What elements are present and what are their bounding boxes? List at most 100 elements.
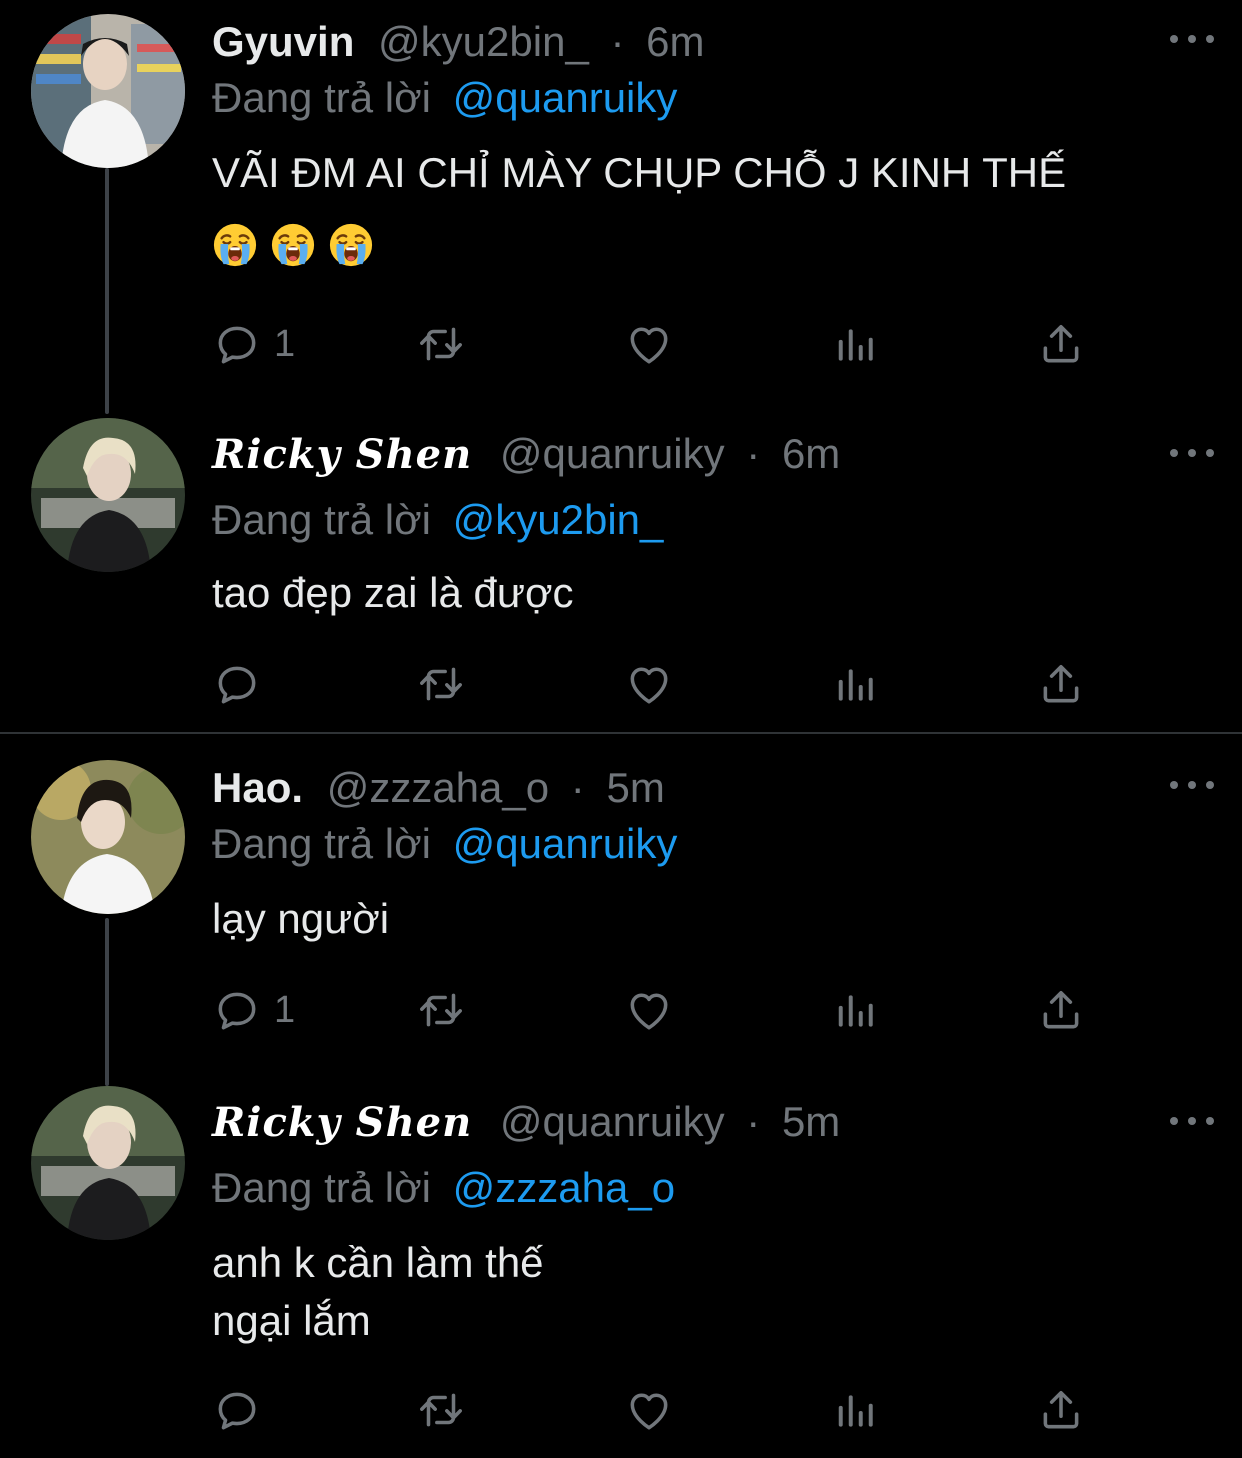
more-icon[interactable] [1170,760,1214,810]
retweet-icon [416,985,466,1035]
tweet-header: Ricky Shen @quanruiky · 6m [212,426,840,482]
avatar[interactable] [31,418,185,572]
share-button[interactable] [1036,656,1086,712]
separator-dot: · [610,18,625,65]
user-handle[interactable]: @quanruiky [500,430,725,477]
loudly-crying-face-icon [270,222,316,268]
tweet-header: Ricky Shen @quanruiky · 5m [212,1094,840,1150]
tweet[interactable]: Gyuvin @kyu2bin_ · 6m Đang trả lời @quan… [0,14,1242,384]
reply-button[interactable]: 1 [212,982,295,1038]
tweet-actions: 1 [212,982,1092,1038]
share-icon [1036,319,1086,369]
timestamp[interactable]: 5m [606,764,664,811]
like-button[interactable] [624,1382,674,1438]
loudly-crying-face-icon [328,222,374,268]
tweet[interactable]: Ricky Shen @quanruiky · 5m Đang trả lời … [0,1086,1242,1446]
more-icon[interactable] [1170,14,1214,64]
retweet-icon [416,1385,466,1435]
display-name[interactable]: Ricky Shen [212,431,472,478]
replying-label: Đang trả lời [212,74,431,121]
loudly-crying-face-icon [212,222,258,268]
like-button[interactable] [624,316,674,372]
reply-button[interactable] [212,656,274,712]
user-handle[interactable]: @quanruiky [500,1098,725,1145]
display-name[interactable]: Ricky Shen [212,1099,472,1146]
views-icon [830,985,880,1035]
mention-link[interactable]: @quanruiky [453,74,678,121]
views-button[interactable] [830,1382,880,1438]
reply-icon [212,659,262,709]
views-button[interactable] [830,982,880,1038]
timestamp[interactable]: 6m [782,430,840,477]
avatar[interactable] [31,760,185,914]
reply-icon [212,985,262,1035]
timestamp[interactable]: 6m [646,18,704,65]
tweet-text: anh k cần làm thế ngại lắm [212,1234,1212,1350]
views-button[interactable] [830,316,880,372]
thread-divider [0,732,1242,734]
replying-label: Đang trả lời [212,1164,431,1211]
views-icon [830,1385,880,1435]
share-button[interactable] [1036,982,1086,1038]
tweet-header: Hao. @zzzaha_o · 5m [212,760,665,816]
reply-button[interactable]: 1 [212,316,295,372]
emoji-row [212,222,374,268]
tweet-actions: 1 [212,316,1092,372]
replying-to: Đang trả lời @quanruiky [212,70,677,126]
reply-button[interactable] [212,1382,274,1438]
display-name[interactable]: Gyuvin [212,18,354,65]
tweet-text: VÃI ĐM AI CHỈ MÀY CHỤP CHỖ J KINH THẾ [212,149,1067,196]
views-button[interactable] [830,656,880,712]
reply-icon [212,1385,262,1435]
retweet-button[interactable] [416,316,466,372]
mention-link[interactable]: @quanruiky [453,820,678,867]
share-button[interactable] [1036,1382,1086,1438]
tweet-text: lạy người [212,895,390,942]
timestamp[interactable]: 5m [782,1098,840,1145]
share-icon [1036,1385,1086,1435]
separator-dot: · [746,1098,761,1145]
replying-to: Đang trả lời @quanruiky [212,816,677,872]
like-button[interactable] [624,656,674,712]
more-icon[interactable] [1170,428,1214,478]
like-icon [624,985,674,1035]
user-handle[interactable]: @kyu2bin_ [378,18,589,65]
tweet-actions [212,656,1092,712]
like-button[interactable] [624,982,674,1038]
mention-link[interactable]: @kyu2bin_ [453,496,664,543]
share-button[interactable] [1036,316,1086,372]
tweet-header: Gyuvin @kyu2bin_ · 6m [212,14,705,70]
replying-to: Đang trả lời @kyu2bin_ [212,492,663,548]
tweet-text-line: anh k cần làm thế [212,1239,544,1286]
reply-icon [212,319,262,369]
avatar[interactable] [31,1086,185,1240]
avatar[interactable] [31,14,185,168]
replying-label: Đang trả lời [212,820,431,867]
retweet-icon [416,659,466,709]
retweet-icon [416,319,466,369]
share-icon [1036,659,1086,709]
tweet-text: tao đẹp zai là được [212,569,574,616]
more-icon[interactable] [1170,1096,1214,1146]
retweet-button[interactable] [416,656,466,712]
tweet-actions [212,1382,1092,1438]
like-icon [624,659,674,709]
reply-count: 1 [274,988,296,1031]
reply-count: 1 [274,322,296,365]
display-name[interactable]: Hao. [212,764,303,811]
like-icon [624,1385,674,1435]
tweet[interactable]: Hao. @zzzaha_o · 5m Đang trả lời @quanru… [0,760,1242,1060]
share-icon [1036,985,1086,1035]
replying-label: Đang trả lời [212,496,431,543]
separator-dot: · [570,764,585,811]
retweet-button[interactable] [416,982,466,1038]
replying-to: Đang trả lời @zzzaha_o [212,1160,675,1216]
retweet-button[interactable] [416,1382,466,1438]
views-icon [830,659,880,709]
tweet[interactable]: Ricky Shen @quanruiky · 6m Đang trả lời … [0,418,1242,718]
separator-dot: · [746,430,761,477]
user-handle[interactable]: @zzzaha_o [327,764,549,811]
views-icon [830,319,880,369]
mention-link[interactable]: @zzzaha_o [453,1164,675,1211]
tweet-text-line: ngại lắm [212,1297,371,1344]
